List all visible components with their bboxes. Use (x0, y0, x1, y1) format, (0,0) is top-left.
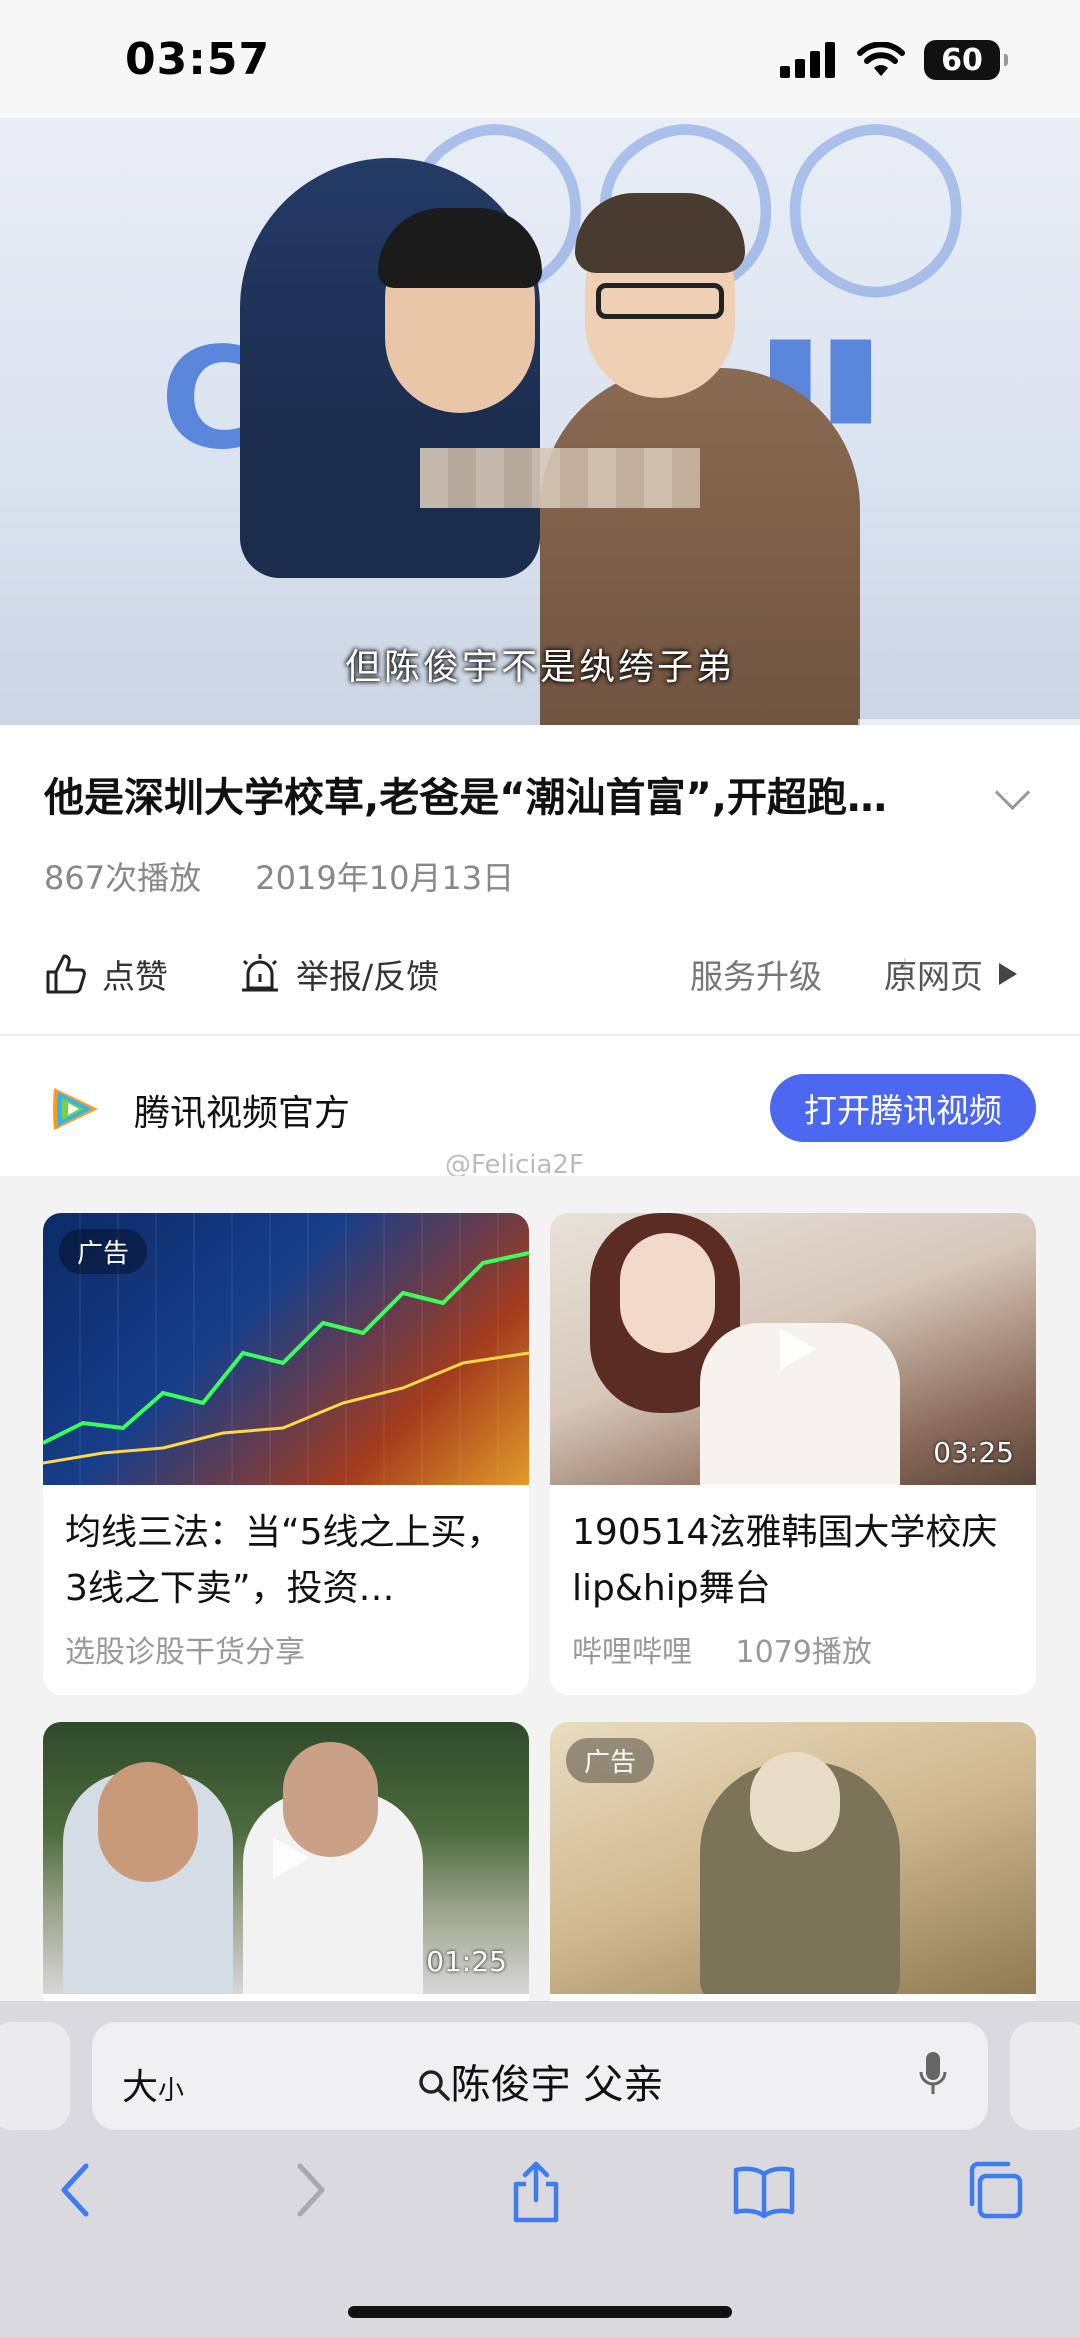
report-icon (242, 954, 278, 992)
card-source: 选股诊股干货分享 (65, 1627, 507, 1671)
card-title: 190514泫雅韩国大学校庆lip&hip舞台 (572, 1512, 998, 1609)
face-shape (620, 1233, 715, 1353)
address-bar[interactable]: 大小 陈俊宇 父亲 (92, 2022, 988, 2130)
card-source-name: 哔哩哔哩 (572, 1635, 692, 1670)
mic-icon[interactable] (918, 2050, 948, 2100)
like-icon (46, 954, 86, 994)
duration-label: 01:25 (426, 1945, 507, 1978)
video-card[interactable]: 01:25 (43, 1722, 529, 2001)
play-icon (273, 1837, 309, 1879)
video-subtitle: 但陈俊宇不是纨绔子弟 (344, 647, 735, 688)
video-progress-bar[interactable] (858, 719, 1080, 725)
ad-badge: 广告 (59, 1229, 148, 1274)
publish-date: 2019年10月13日 (255, 859, 515, 897)
home-indicator[interactable] (348, 2306, 732, 2318)
forward-icon[interactable] (290, 2160, 330, 2220)
card-thumbnail: 03:25 (550, 1213, 1036, 1485)
face-shape (98, 1762, 198, 1882)
tabs-icon[interactable] (964, 2160, 1024, 2220)
channel-name[interactable]: 腾讯视频官方 (134, 1084, 350, 1136)
chevron-down-icon[interactable] (994, 774, 1031, 811)
play-icon (780, 1328, 816, 1370)
search-query: 陈俊宇 父亲 (92, 2052, 988, 2110)
original-page-link[interactable]: 原网页 (884, 950, 1019, 998)
video-card[interactable]: 03:25 190514泫雅韩国大学校庆lip&hip舞台 哔哩哔哩 1079播… (550, 1213, 1036, 1695)
search-query-text: 陈俊宇 父亲 (450, 2062, 664, 2108)
like-button[interactable]: 点赞 (44, 950, 168, 998)
status-bar: 03:57 60 (0, 0, 1080, 118)
video-title[interactable]: 他是深圳大学校草,老爸是“潮汕首富”,开超跑… (44, 765, 984, 823)
play-count: 867次播放 (44, 859, 202, 897)
card-views: 1079播放 (735, 1635, 872, 1670)
card-thumbnail: 广告 (550, 1722, 1036, 1994)
browser-toolbar (0, 2160, 1080, 2240)
mosaic-blur (420, 448, 700, 508)
battery-icon: 60 (924, 40, 1008, 80)
original-page-label: 原网页 (884, 957, 983, 996)
wifi-icon (857, 42, 905, 76)
person-right-hair (575, 193, 745, 273)
video-card[interactable]: 广告 均线三法：当“5线之上买，3线之下卖”，投资… 选股诊股干货分享 (43, 1213, 529, 1695)
status-icons: 60 (780, 40, 1008, 80)
back-icon[interactable] (56, 2160, 96, 2220)
search-icon (418, 2070, 450, 2101)
glasses (596, 283, 724, 319)
video-card[interactable]: 广告 (550, 1722, 1036, 2001)
duration-label: 03:25 (933, 1436, 1014, 1469)
service-upgrade-link[interactable]: 服务升级 (690, 950, 822, 998)
previous-tab-peek[interactable] (0, 2022, 70, 2130)
card-title: 均线三法：当“5线之上买，3线之下卖”，投资… (65, 1512, 503, 1609)
next-tab-peek[interactable] (1010, 2022, 1080, 2130)
bookmarks-icon[interactable] (732, 2160, 796, 2220)
card-thumbnail: 01:25 (43, 1722, 529, 1994)
card-source: 哔哩哔哩 1079播放 (572, 1627, 1014, 1671)
head-shape (750, 1752, 840, 1852)
status-time: 03:57 (125, 34, 271, 85)
share-icon[interactable] (508, 2160, 564, 2224)
video-meta: 867次播放 2019年10月13日 (44, 853, 558, 899)
report-label: 举报/反馈 (296, 957, 440, 996)
like-label: 点赞 (102, 957, 168, 996)
signal-icon (780, 42, 835, 78)
tencent-video-logo (53, 1088, 98, 1130)
open-tencent-video-button[interactable]: 打开腾讯视频 (770, 1074, 1036, 1142)
ad-badge: 广告 (566, 1738, 655, 1783)
action-row: 点赞 举报/反馈 服务升级 原网页 (44, 950, 1044, 1000)
play-triangle-icon (999, 963, 1017, 985)
video-player[interactable]: ◯◯◯ C◯ ▮▮ 但陈俊宇不是纨绔子弟 (0, 118, 1080, 725)
card-source-name: 选股诊股干货分享 (65, 1635, 305, 1670)
card-thumbnail: 广告 (43, 1213, 529, 1485)
report-button[interactable]: 举报/反馈 (238, 950, 439, 998)
service-upgrade-label: 服务升级 (690, 957, 822, 996)
